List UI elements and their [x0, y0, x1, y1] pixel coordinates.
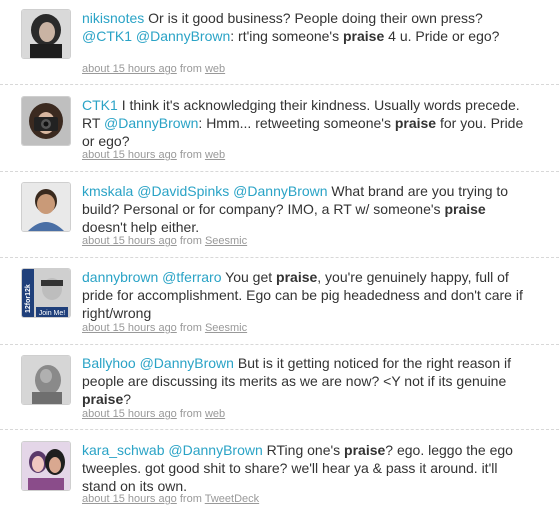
profile-photo-icon: 12for12k Join Me! — [22, 269, 70, 317]
tweet-from-label: from — [179, 493, 202, 505]
tweet-text: nikisnotes Or is it good business? Peopl… — [82, 9, 531, 45]
profile-photo-icon — [22, 356, 70, 404]
tweet-text: Ballyhoo @DannyBrown But is it getting n… — [82, 354, 531, 408]
avatar[interactable] — [22, 97, 70, 145]
tweet-timestamp[interactable]: about 15 hours ago — [82, 493, 177, 505]
tweet-item: kara_schwab @DannyBrown RTing one's prai… — [0, 430, 559, 514]
tweet-from-label: from — [179, 408, 202, 420]
tweet-meta: about 15 hours ago from web — [82, 148, 225, 162]
tweet-item: kmskala @DavidSpinks @DannyBrown What br… — [0, 172, 559, 258]
avatar[interactable] — [22, 442, 70, 490]
tweet-username[interactable]: dannybrown — [82, 269, 158, 285]
tweet-source[interactable]: web — [205, 408, 225, 420]
tweet-timestamp[interactable]: about 15 hours ago — [82, 322, 177, 334]
avatar[interactable] — [22, 183, 70, 231]
tweet-timestamp[interactable]: about 15 hours ago — [82, 63, 177, 75]
tweet-from-label: from — [179, 63, 202, 75]
mention-link[interactable]: @DannyBrown — [136, 28, 230, 44]
tweet-source[interactable]: Seesmic — [205, 322, 247, 334]
tweet-text-fragment: : rt'ing someone's — [230, 28, 343, 44]
search-keyword: praise — [276, 269, 318, 285]
tweet-meta: about 15 hours ago from web — [82, 62, 225, 76]
profile-photo-icon — [22, 442, 70, 490]
tweet-text-fragment: : Hmm... retweeting someone's — [198, 115, 395, 131]
avatar[interactable] — [22, 10, 70, 58]
tweet-text-fragment: Or is it good business? People doing the… — [148, 10, 483, 26]
search-keyword: praise — [394, 115, 437, 131]
tweet-text-fragment: 4 u. Pride or ego? — [384, 28, 500, 44]
tweet-username[interactable]: nikisnotes — [82, 10, 144, 26]
tweet-feed: nikisnotes Or is it good business? Peopl… — [0, 0, 559, 514]
mention-link[interactable]: @CTK1 — [82, 28, 132, 44]
tweet-source[interactable]: TweetDeck — [205, 493, 259, 505]
avatar[interactable]: 12for12k Join Me! — [22, 269, 70, 317]
tweet-username[interactable]: kara_schwab — [82, 442, 165, 458]
tweet-item: Ballyhoo @DannyBrown But is it getting n… — [0, 345, 559, 430]
tweet-text: kara_schwab @DannyBrown RTing one's prai… — [82, 441, 531, 495]
tweet-meta: about 15 hours ago from web — [82, 407, 225, 421]
tweet-text: CTK1 I think it's acknowledging their ki… — [82, 96, 531, 150]
tweet-item: nikisnotes Or is it good business? Peopl… — [0, 0, 559, 85]
profile-photo-icon — [22, 10, 70, 58]
profile-photo-icon — [22, 97, 70, 145]
tweet-timestamp[interactable]: about 15 hours ago — [82, 408, 177, 420]
tweet-text: kmskala @DavidSpinks @DannyBrown What br… — [82, 182, 531, 236]
tweet-username[interactable]: Ballyhoo — [82, 355, 136, 371]
tweet-text-fragment: RTing one's — [262, 442, 345, 458]
tweet-username[interactable]: kmskala — [82, 183, 133, 199]
search-keyword: praise — [82, 391, 124, 407]
tweet-text-fragment: You get — [221, 269, 277, 285]
tweet-from-label: from — [179, 322, 202, 334]
search-keyword: praise — [343, 28, 385, 44]
avatar-badge-text: 12for12k — [25, 284, 32, 313]
tweet-meta: about 15 hours ago from TweetDeck — [82, 492, 259, 506]
tweet-item: CTK1 I think it's acknowledging their ki… — [0, 85, 559, 172]
tweet-timestamp[interactable]: about 15 hours ago — [82, 149, 177, 161]
tweet-message: @DannyBrown But is it getting noticed fo… — [82, 355, 511, 407]
mention-link[interactable]: @DannyBrown — [168, 442, 262, 458]
tweet-message: I think it's acknowledging their kindnes… — [82, 97, 523, 149]
tweet-text: dannybrown @tferraro You get praise, you… — [82, 268, 531, 322]
mention-link[interactable]: @DannyBrown — [104, 115, 198, 131]
tweet-item: 12for12k Join Me! dannybrown @tferraro Y… — [0, 258, 559, 345]
tweet-text-fragment: doesn't help either. — [82, 219, 200, 235]
tweet-source[interactable]: web — [205, 149, 225, 161]
tweet-username[interactable]: CTK1 — [82, 97, 118, 113]
avatar-join-text: Join Me! — [39, 310, 66, 317]
avatar[interactable] — [22, 356, 70, 404]
tweet-meta: about 15 hours ago from Seesmic — [82, 234, 247, 248]
tweet-message: @DavidSpinks @DannyBrown What brand are … — [82, 183, 508, 235]
mention-link[interactable]: @DannyBrown — [140, 355, 234, 371]
tweet-from-label: from — [179, 149, 202, 161]
tweet-message: Or is it good business? People doing the… — [82, 10, 499, 44]
tweet-text-fragment: ? — [123, 391, 132, 407]
tweet-source[interactable]: Seesmic — [205, 235, 247, 247]
mention-link[interactable]: @DannyBrown — [233, 183, 327, 199]
profile-photo-icon — [22, 183, 70, 231]
search-keyword: praise — [444, 201, 486, 217]
mention-link[interactable]: @tferraro — [162, 269, 221, 285]
mention-link[interactable]: @DavidSpinks — [137, 183, 229, 199]
tweet-timestamp[interactable]: about 15 hours ago — [82, 235, 177, 247]
tweet-meta: about 15 hours ago from Seesmic — [82, 321, 247, 335]
tweet-from-label: from — [179, 235, 202, 247]
search-keyword: praise — [344, 442, 386, 458]
tweet-source[interactable]: web — [205, 63, 225, 75]
